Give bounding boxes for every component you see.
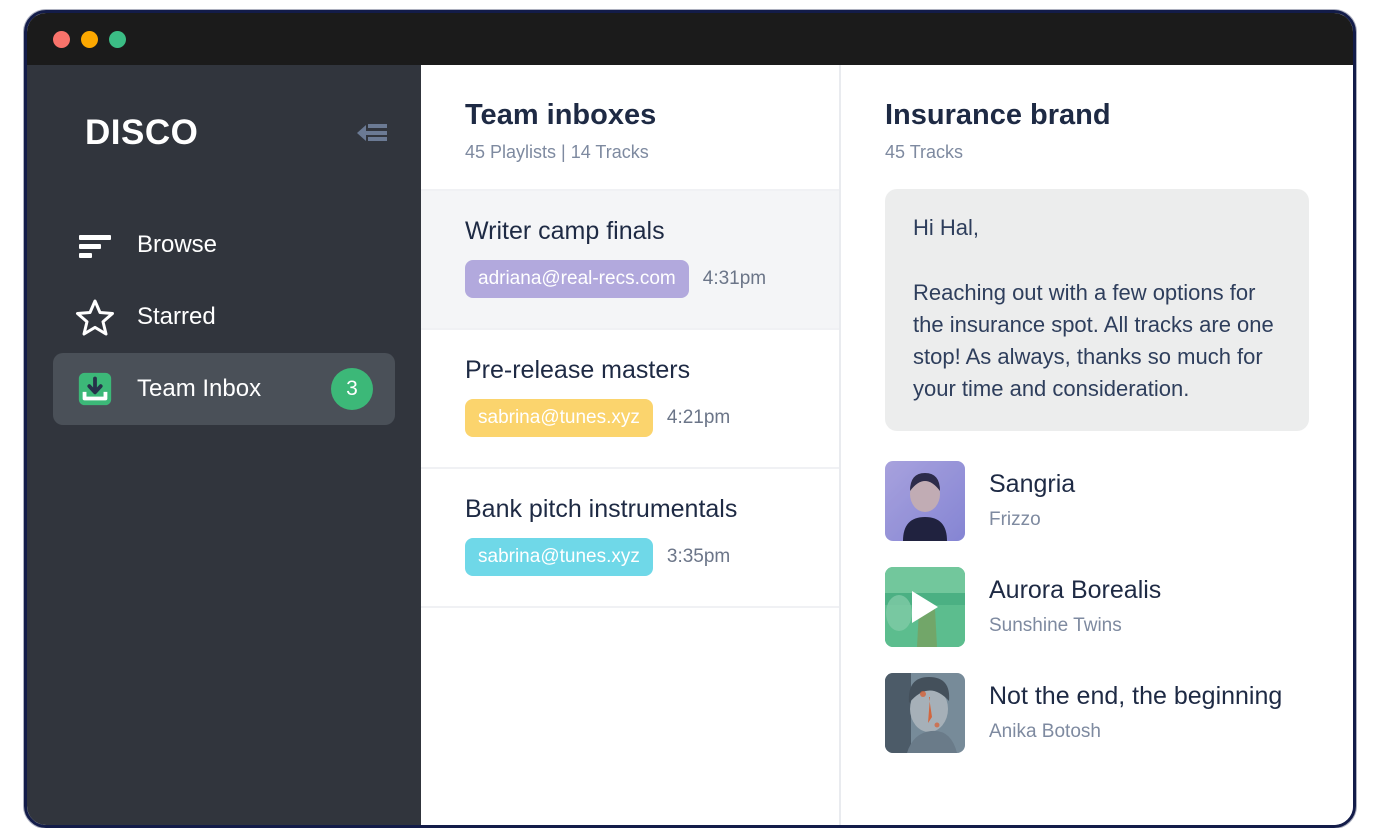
track-title: Sangria [989, 470, 1076, 499]
page-subtitle: 45 Playlists | 14 Tracks [465, 142, 649, 162]
message-card: Hi Hal, Reaching out with a few options … [885, 189, 1309, 431]
track-title: Aurora Borealis [989, 576, 1162, 605]
inbox-down-icon [75, 369, 115, 409]
page-title: Team inboxes [465, 99, 657, 131]
sidebar-header: DISCO [27, 113, 421, 153]
sidebar-item-label: Team Inbox [137, 375, 262, 402]
sender-chip[interactable]: adriana@real-recs.com [465, 260, 689, 298]
brand-logo: DISCO [85, 113, 199, 152]
collapse-arrow-icon[interactable] [355, 118, 389, 148]
detail-subtitle: 45 Tracks [885, 142, 964, 162]
thread-timestamp: 4:21pm [666, 407, 731, 428]
thread-title: Bank pitch instrumentals [465, 495, 738, 523]
track-list-item[interactable]: Aurora Borealis Sunshine Twins [885, 566, 1309, 647]
track-artist: Anika Botosh [989, 721, 1101, 743]
thread-meta: sabrina@tunes.xyz 4:21pm [465, 399, 795, 437]
thread-list-item[interactable]: Bank pitch instrumentals sabrina@tunes.x… [421, 467, 839, 606]
unread-badge: 3 [331, 368, 373, 410]
sidebar-item-label: Starred [137, 303, 216, 330]
sender-chip[interactable]: sabrina@tunes.xyz [465, 538, 653, 576]
title-bar [27, 13, 1353, 65]
sidebar-item-label: Browse [137, 231, 218, 258]
app-window: DISCO Browse Starred Team Inbox 3 Team i… [24, 10, 1356, 828]
thread-title: Pre-release masters [465, 356, 691, 384]
track-artist: Sunshine Twins [989, 615, 1122, 637]
thread-list-column: Team inboxes 45 Playlists | 14 Tracks Wr… [421, 65, 841, 825]
track-artist: Frizzo [989, 509, 1041, 531]
thread-list-item[interactable]: Writer camp finals adriana@real-recs.com… [421, 189, 839, 328]
thread-list-item[interactable]: Pre-release masters sabrina@tunes.xyz 4:… [421, 328, 839, 467]
track-text: Sangria Frizzo [989, 470, 1075, 531]
sidebar-item-starred[interactable]: Starred [53, 281, 395, 353]
maximize-button[interactable] [109, 30, 126, 48]
track-list-item[interactable]: Sangria Frizzo [885, 460, 1309, 541]
thread-meta: adriana@real-recs.com 4:31pm [465, 260, 795, 298]
sidebar-item-team-inbox[interactable]: Team Inbox 3 [53, 353, 395, 425]
sidebar-item-browse[interactable]: Browse [53, 209, 395, 281]
minimize-button[interactable] [81, 30, 98, 48]
thread-list-header: Team inboxes 45 Playlists | 14 Tracks [421, 65, 839, 189]
detail-column: Insurance brand 45 Tracks Hi Hal, Reachi… [841, 65, 1353, 825]
track-list-item[interactable]: Not the end, the beginning Anika Botosh [885, 672, 1309, 753]
track-text: Aurora Borealis Sunshine Twins [989, 576, 1161, 637]
thread-title: Writer camp finals [465, 217, 665, 245]
thread-meta: sabrina@tunes.xyz 3:35pm [465, 538, 795, 576]
thread-timestamp: 3:35pm [666, 546, 731, 567]
close-button[interactable] [53, 30, 70, 48]
window-body: DISCO Browse Starred Team Inbox 3 Team i… [27, 65, 1353, 825]
landscape-green-artwork[interactable] [885, 566, 965, 647]
detail-title: Insurance brand [885, 99, 1111, 131]
sidebar-nav: Browse Starred Team Inbox 3 [27, 209, 421, 425]
play-icon[interactable] [912, 590, 938, 623]
portrait-blue-artwork[interactable] [885, 672, 965, 753]
sidebar: DISCO Browse Starred Team Inbox 3 [27, 65, 421, 825]
star-icon [75, 297, 115, 337]
track-text: Not the end, the beginning Anika Botosh [989, 682, 1282, 743]
message-body: Reaching out with a few options for the … [913, 280, 1274, 401]
thread-timestamp: 4:31pm [702, 268, 767, 289]
message-greeting: Hi Hal, [913, 215, 980, 240]
track-title: Not the end, the beginning [989, 682, 1283, 711]
thread-list-empty-space [421, 606, 839, 806]
sort-lines-icon [75, 225, 115, 265]
portrait-purple-artwork[interactable] [885, 460, 965, 541]
sender-chip[interactable]: sabrina@tunes.xyz [465, 399, 653, 437]
